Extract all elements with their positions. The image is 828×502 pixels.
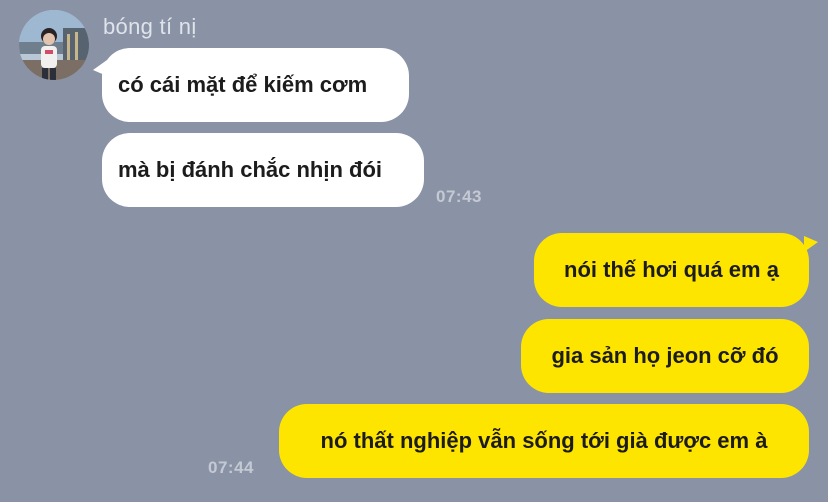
message-text: có cái mặt để kiếm cơm [118,72,368,97]
message-text: mà bị đánh chắc nhịn đói [118,157,383,182]
avatar[interactable] [19,10,89,80]
message-bubble-outgoing[interactable]: nói thế hơi quá em ạ [534,233,809,307]
message-timestamp: 07:43 [436,187,482,206]
message-bubble-incoming[interactable]: có cái mặt để kiếm cơm [102,48,409,122]
message-bubble-incoming[interactable]: mà bị đánh chắc nhịn đói [102,133,424,207]
message-text: gia sản họ jeon cỡ đó [551,343,779,368]
message-text: nó thất nghiệp vẫn sống tới già được em … [320,428,768,453]
sender-name: bóng tí nị [103,14,197,39]
message-text: nói thế hơi quá em ạ [564,257,779,282]
message-bubble-outgoing[interactable]: nó thất nghiệp vẫn sống tới già được em … [279,404,809,478]
message-timestamp: 07:44 [208,458,254,477]
avatar-photo-icon [19,10,89,80]
message-bubble-outgoing[interactable]: gia sản họ jeon cỡ đó [521,319,809,393]
